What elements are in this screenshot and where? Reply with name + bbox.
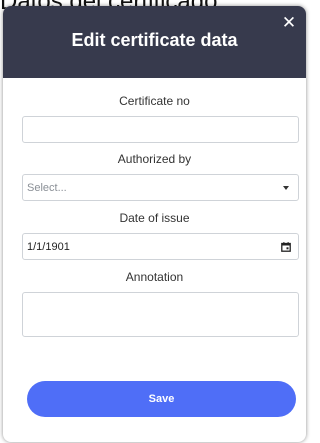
dialog-title: Edit certificate data: [71, 30, 238, 50]
date-of-issue-value: 1/1/1901: [27, 240, 70, 253]
date-of-issue-input[interactable]: 1/1/1901: [22, 233, 299, 260]
certificate-no-label: Certificate no: [119, 94, 190, 108]
annotation-textarea[interactable]: [22, 292, 299, 337]
dialog-header: Edit certificate data ✕: [3, 6, 306, 78]
authorized-by-placeholder: Select...: [27, 181, 67, 194]
calendar-icon[interactable]: [281, 241, 291, 252]
authorized-by-label: Authorized by: [117, 152, 192, 166]
annotation-label: Annotation: [125, 270, 184, 284]
chevron-down-icon: [283, 185, 289, 190]
page: Datos del certificado Edit certificate d…: [0, 0, 311, 443]
save-button[interactable]: Save: [27, 381, 296, 417]
certificate-no-input[interactable]: [22, 116, 299, 143]
authorized-by-select[interactable]: Select...: [22, 174, 299, 201]
edit-certificate-dialog: Edit certificate data ✕ Certificate no A…: [3, 6, 306, 442]
close-icon[interactable]: ✕: [280, 14, 298, 32]
date-of-issue-label: Date of issue: [119, 211, 190, 225]
